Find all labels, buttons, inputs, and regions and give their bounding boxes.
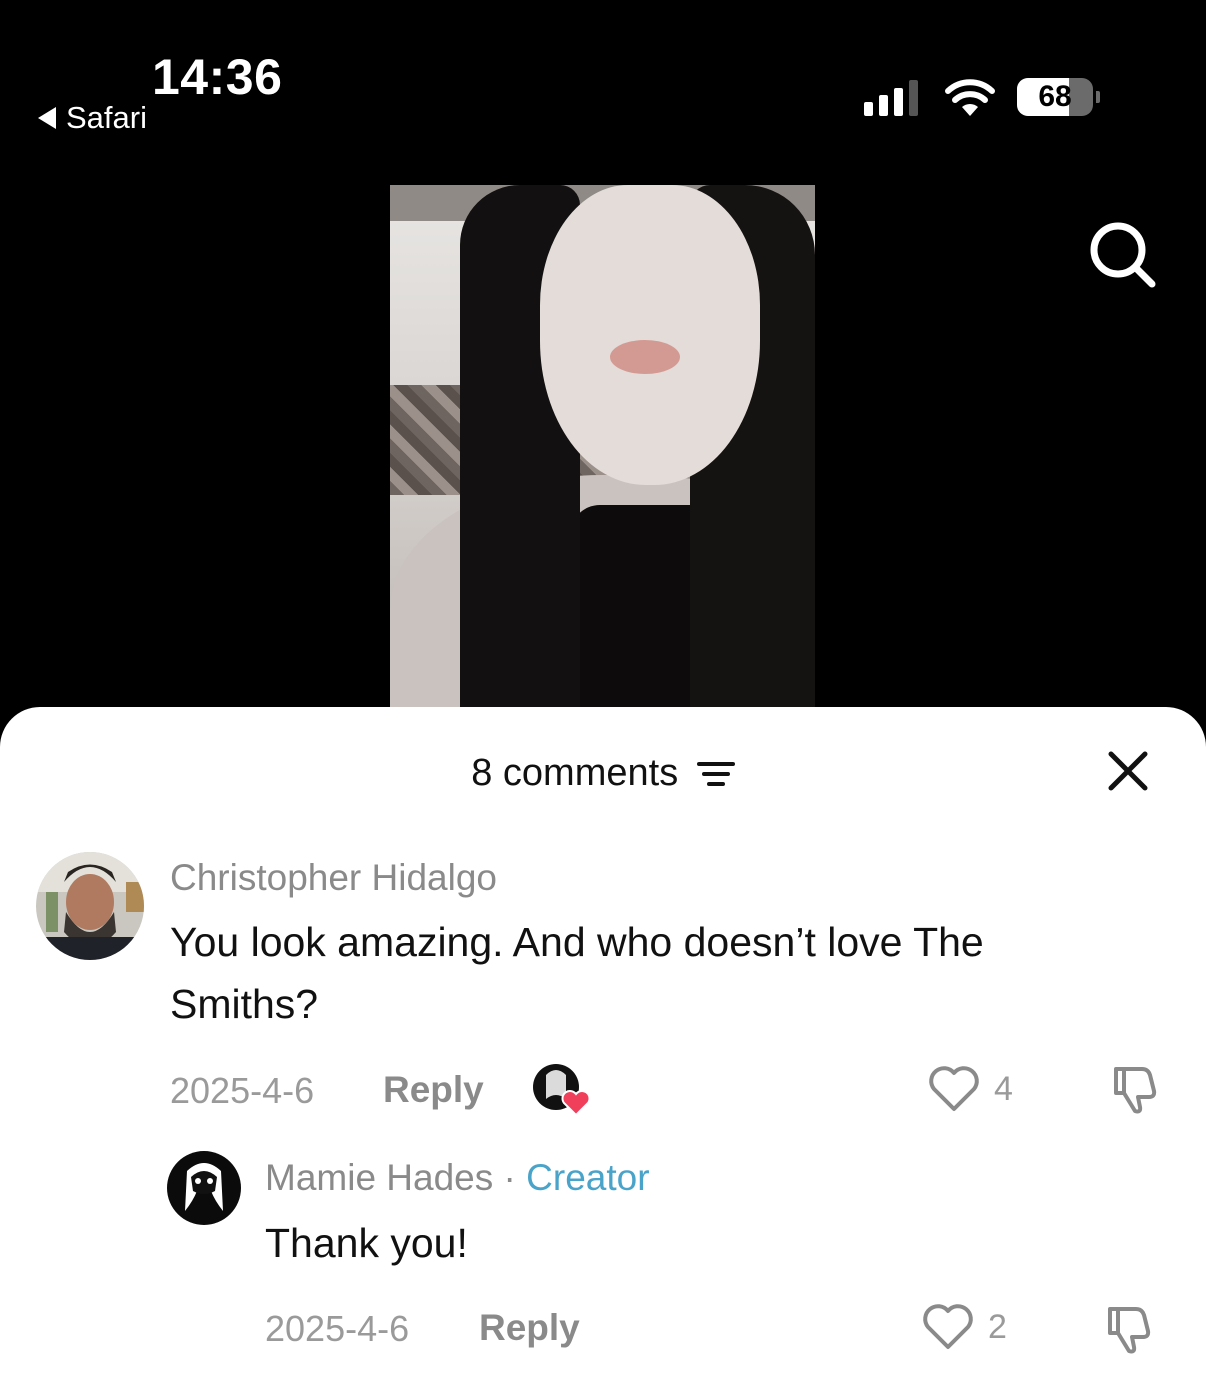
comment-author[interactable]: Christopher Hidalgo <box>170 857 497 899</box>
video-player[interactable] <box>390 185 815 745</box>
battery-icon: 68 <box>1017 78 1093 116</box>
wifi-icon <box>945 79 995 116</box>
avatar[interactable] <box>167 1151 241 1225</box>
back-to-safari-button[interactable]: Safari <box>38 100 147 136</box>
video-person-lips <box>610 340 680 374</box>
status-time: 14:36 <box>152 49 283 105</box>
battery-nub <box>1096 91 1100 103</box>
comments-header: 8 comments <box>0 751 1206 795</box>
creator-badge: Creator <box>526 1157 650 1198</box>
comment-text-line-1: You look amazing. And who doesn’t love T… <box>170 919 984 965</box>
battery-percent: 68 <box>1038 80 1072 113</box>
creator-liked-icon <box>533 1064 591 1117</box>
reply-author-line: Mamie Hades · Creator <box>265 1157 650 1199</box>
reply-author[interactable]: Mamie Hades <box>265 1157 493 1198</box>
back-app-label: Safari <box>66 100 147 135</box>
reply-button[interactable]: Reply <box>479 1307 580 1349</box>
like-button[interactable]: 4 <box>928 1065 1013 1113</box>
search-icon[interactable] <box>1088 220 1158 290</box>
like-count: 4 <box>994 1069 1013 1108</box>
heart-icon <box>923 1304 973 1349</box>
heart-icon <box>929 1066 979 1111</box>
close-icon[interactable] <box>1106 749 1150 793</box>
like-button[interactable]: 2 <box>922 1303 1007 1351</box>
dislike-icon[interactable] <box>1102 1303 1154 1355</box>
author-separator: · <box>503 1157 516 1198</box>
like-count: 2 <box>988 1307 1007 1346</box>
filter-icon[interactable] <box>696 759 735 789</box>
comments-count: 8 comments <box>471 752 679 795</box>
reply-button[interactable]: Reply <box>383 1069 484 1111</box>
comments-sheet: 8 comments Christopher Hidalgo You look … <box>0 707 1206 1381</box>
back-arrow-icon <box>38 107 56 129</box>
comment-date: 2025-4-6 <box>170 1070 315 1111</box>
comment-text-line-2: Smiths? <box>170 981 319 1027</box>
reply-date: 2025-4-6 <box>265 1308 410 1349</box>
dislike-icon[interactable] <box>1108 1063 1160 1115</box>
reply-text: Thank you! <box>265 1220 468 1266</box>
video-person-face <box>540 185 760 485</box>
avatar[interactable] <box>36 852 144 960</box>
cellular-signal-icon <box>864 78 918 116</box>
